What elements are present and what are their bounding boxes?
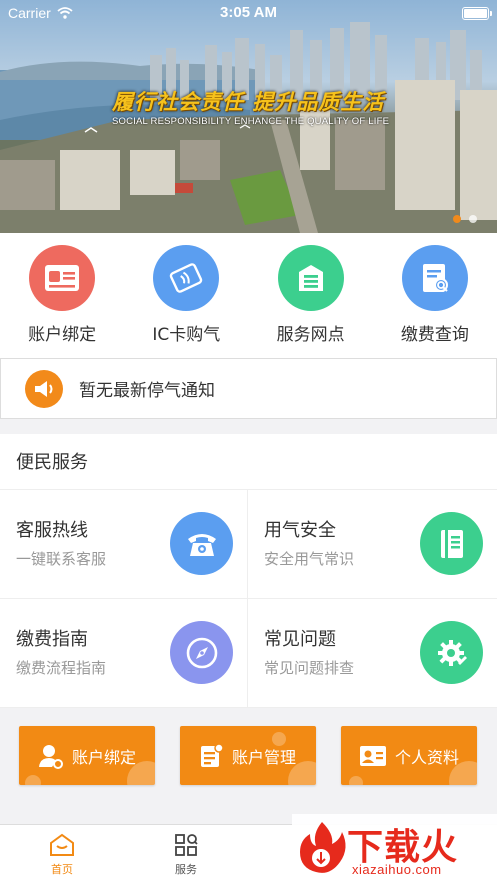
banner-slogan-en: SOCIAL RESPONSIBILITY ENHANCE THE QUALIT… <box>112 116 390 127</box>
tab-label: 首页 <box>51 863 73 876</box>
action-label: 账户绑定 <box>71 747 136 767</box>
watermark: 下载火 xiazaihuo.com <box>292 814 497 883</box>
quick-action-label: IC卡购气 <box>152 325 221 345</box>
tab-home[interactable]: 首页 <box>22 833 102 877</box>
convenience-services: 便民服务 客服热线 一键联系客服 用气安全 安全用气常识 缴费指南 缴费流程指南… <box>0 434 497 708</box>
app-screen: 履行社会责任 提升品质生活 SOCIAL RESPONSIBILITY ENHA… <box>0 0 497 883</box>
action-label: 账户管理 <box>231 747 296 767</box>
id-card-icon <box>29 245 96 311</box>
tab-label: 服务 <box>175 863 197 876</box>
account-manage-button[interactable]: 账户管理 <box>180 726 316 785</box>
bill-search-icon <box>401 245 468 311</box>
quick-action-label: 缴费查询 <box>400 325 469 345</box>
nfc-card-icon <box>153 245 220 311</box>
status-bar: Carrier 3:05 AM <box>0 0 497 26</box>
outage-notice[interactable]: 暂无最新停气通知 <box>0 358 497 419</box>
phone-icon <box>170 512 233 575</box>
profile-button[interactable]: 个人资料 <box>341 726 477 785</box>
service-payment-guide[interactable]: 缴费指南 缴费流程指南 <box>0 599 248 708</box>
quick-action-bill-query[interactable]: 缴费查询 <box>373 233 497 358</box>
service-desc: 缴费流程指南 <box>16 659 107 677</box>
banner-slogan: 履行社会责任 提升品质生活 <box>112 90 385 114</box>
megaphone-icon <box>25 369 63 408</box>
banner-carousel[interactable]: 履行社会责任 提升品质生活 SOCIAL RESPONSIBILITY ENHA… <box>0 0 497 233</box>
tools-gear-icon <box>420 621 483 684</box>
service-name: 常见问题 <box>264 629 336 650</box>
service-desc: 一键联系客服 <box>16 550 107 568</box>
carousel-dots[interactable] <box>453 215 477 223</box>
service-desc: 安全用气常识 <box>264 550 355 568</box>
carousel-dot-1[interactable] <box>453 215 461 223</box>
compass-icon <box>170 621 233 684</box>
section-title: 便民服务 <box>0 434 497 490</box>
flame-logo-icon <box>300 822 346 873</box>
service-gas-safety[interactable]: 用气安全 安全用气常识 <box>248 490 497 599</box>
service-point-icon <box>277 245 344 311</box>
quick-action-service-points[interactable]: 服务网点 <box>249 233 373 358</box>
home-icon <box>50 833 74 856</box>
service-hotline[interactable]: 客服热线 一键联系客服 <box>0 490 248 599</box>
quick-action-label: 账户绑定 <box>28 325 97 345</box>
user-bind-icon <box>38 744 63 769</box>
watermark-en: xiazaihuo.com <box>352 862 442 877</box>
service-name: 客服热线 <box>16 520 88 541</box>
services-grid-icon <box>175 834 198 856</box>
account-bind-button[interactable]: 账户绑定 <box>19 726 155 785</box>
notice-text: 暂无最新停气通知 <box>79 381 215 401</box>
quick-actions: 账户绑定 IC卡购气 服务网点 缴费查询 <box>0 233 497 358</box>
status-time: 3:05 AM <box>220 4 277 21</box>
action-label: 个人资料 <box>394 747 459 767</box>
carousel-dot-2[interactable] <box>469 215 477 223</box>
service-faq[interactable]: 常见问题 常见问题排查 <box>248 599 497 708</box>
notebook-icon <box>420 512 483 575</box>
quick-action-ic-card[interactable]: IC卡购气 <box>124 233 248 358</box>
tab-services[interactable]: 服务 <box>146 833 226 877</box>
service-name: 用气安全 <box>264 520 336 541</box>
service-desc: 常见问题排查 <box>264 659 355 677</box>
account-actions: 账户绑定 账户管理 个人资料 <box>0 708 497 824</box>
profile-card-icon <box>359 745 386 766</box>
account-manage-icon <box>200 742 224 767</box>
service-name: 缴费指南 <box>16 629 88 650</box>
battery-icon <box>462 7 492 20</box>
quick-action-account-bind[interactable]: 账户绑定 <box>0 233 124 358</box>
quick-action-label: 服务网点 <box>276 325 345 345</box>
